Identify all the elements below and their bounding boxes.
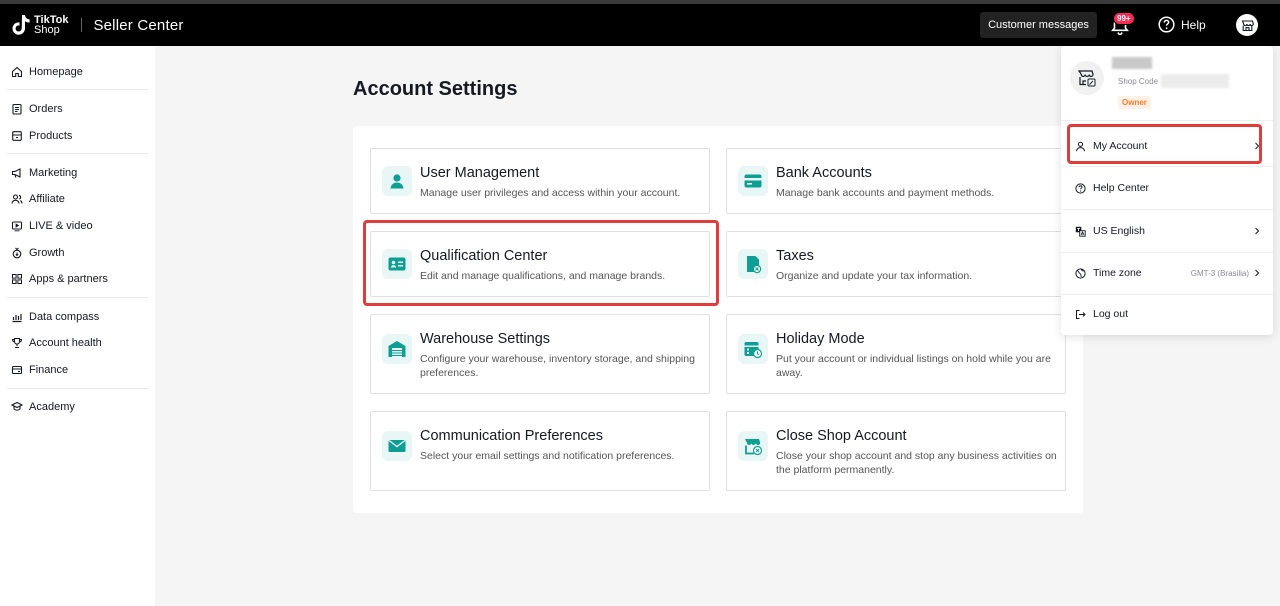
- tiktok-shop-logo[interactable]: TikTok Shop Seller Center: [11, 14, 184, 36]
- menu-item-time-zone[interactable]: Time zone GMT-3 (Brasilia): [1075, 266, 1261, 280]
- card-description: Close your shop account and stop any bus…: [776, 450, 1057, 476]
- calendar-clock-icon: [738, 334, 768, 364]
- card-title: Close Shop Account: [776, 428, 907, 444]
- chart-icon: [12, 314, 22, 323]
- sidebar: Homepage Orders Products Marketing Affil…: [0, 46, 155, 606]
- menu-divider: [1061, 209, 1273, 210]
- bank-card-icon: [738, 166, 768, 196]
- card-title: Holiday Mode: [776, 331, 865, 347]
- menu-divider: [1061, 294, 1273, 295]
- store-edit-icon: [1077, 70, 1096, 87]
- card-title: Warehouse Settings: [420, 331, 551, 347]
- menu-item-help-center[interactable]: Help Center: [1075, 181, 1261, 195]
- settings-panel: User Management Manage user privileges a…: [353, 126, 1083, 513]
- notification-badge: 99+: [1113, 12, 1135, 25]
- card-title: Bank Accounts: [776, 165, 872, 181]
- chevron-right-icon: [1255, 269, 1260, 277]
- sidebar-item-marketing[interactable]: Marketing: [11, 166, 77, 180]
- sidebar-divider: [7, 297, 148, 298]
- question-icon: [1075, 182, 1086, 194]
- card-description: Put your account or individual listings …: [776, 353, 1051, 379]
- globe-icon: [1075, 267, 1086, 279]
- warehouse-settings-card[interactable]: Warehouse Settings Configure your wareho…: [370, 314, 710, 394]
- bank-accounts-card[interactable]: Bank Accounts Manage bank accounts and p…: [726, 148, 1066, 214]
- translate-icon: [1075, 226, 1086, 237]
- menu-divider: [1061, 120, 1273, 121]
- tax-document-icon: [738, 249, 768, 279]
- card-description: Configure your warehouse, inventory stor…: [420, 353, 695, 379]
- chevron-right-icon: [1255, 227, 1260, 235]
- box-icon: [12, 131, 22, 141]
- sidebar-item-data-compass[interactable]: Data compass: [11, 310, 99, 324]
- sidebar-divider: [7, 153, 148, 154]
- sidebar-item-apps-partners[interactable]: Apps & partners: [11, 272, 108, 286]
- account-dropdown-menu: Shop Code Owner My Account Help Center U…: [1061, 46, 1273, 335]
- app-title: Seller Center: [93, 16, 184, 34]
- video-icon: [11, 221, 23, 232]
- sidebar-item-academy[interactable]: Academy: [11, 400, 75, 414]
- growth-icon: [12, 247, 22, 259]
- role-badge: Owner: [1118, 96, 1151, 109]
- menu-divider: [1061, 252, 1273, 253]
- sidebar-item-live-video[interactable]: LIVE & video: [11, 219, 93, 233]
- shop-code-redacted: [1161, 74, 1229, 88]
- shop-avatar[interactable]: [1070, 61, 1104, 95]
- sidebar-item-products[interactable]: Products: [11, 129, 72, 143]
- home-icon: [11, 66, 23, 78]
- card-description: Manage bank accounts and payment methods…: [776, 187, 995, 199]
- user-icon: [382, 166, 412, 196]
- tiktok-logo-icon: [12, 15, 30, 35]
- menu-divider: [1061, 166, 1273, 167]
- sidebar-item-account-health[interactable]: Account health: [11, 336, 102, 350]
- question-circle-icon: [1158, 16, 1175, 33]
- close-shop-account-card[interactable]: Close Shop Account Close your shop accou…: [726, 411, 1066, 491]
- sidebar-item-homepage[interactable]: Homepage: [11, 65, 83, 79]
- sidebar-divider: [7, 89, 148, 90]
- warehouse-icon: [382, 334, 412, 364]
- store-icon: [1241, 19, 1254, 31]
- apps-icon: [12, 274, 22, 284]
- academy-icon: [11, 401, 23, 411]
- sidebar-item-affiliate[interactable]: Affiliate: [11, 192, 65, 206]
- card-description: Manage user privileges and access within…: [420, 187, 681, 199]
- wallet-icon: [11, 365, 23, 375]
- holiday-mode-card[interactable]: Holiday Mode Put your account or individ…: [726, 314, 1066, 394]
- card-description: Organize and update your tax information…: [776, 270, 973, 282]
- time-zone-value: GMT-3 (Brasilia): [1190, 268, 1249, 278]
- card-description: Select your email settings and notificat…: [420, 450, 675, 462]
- shop-name-redacted: [1112, 57, 1152, 69]
- customer-messages-button[interactable]: Customer messages: [980, 12, 1097, 38]
- user-management-card[interactable]: User Management Manage user privileges a…: [370, 148, 710, 214]
- card-title: User Management: [420, 165, 540, 181]
- taxes-card[interactable]: Taxes Organize and update your tax infor…: [726, 231, 1066, 297]
- users-icon: [11, 194, 23, 204]
- tiktok-shop-wordmark: TikTok Shop: [34, 14, 69, 36]
- communication-preferences-card[interactable]: Communication Preferences Select your em…: [370, 411, 710, 491]
- sidebar-divider: [7, 388, 148, 389]
- sidebar-item-orders[interactable]: Orders: [11, 102, 63, 116]
- menu-item-language[interactable]: US English: [1075, 224, 1261, 238]
- clipboard-icon: [12, 103, 22, 115]
- top-bar: TikTok Shop Seller Center Customer messa…: [0, 0, 1280, 46]
- sidebar-item-finance[interactable]: Finance: [11, 363, 68, 377]
- store-close-icon: [738, 431, 768, 461]
- sidebar-item-growth[interactable]: Growth: [11, 246, 64, 260]
- shop-profile-button[interactable]: [1236, 14, 1258, 36]
- menu-item-log-out[interactable]: Log out: [1075, 307, 1261, 321]
- card-title: Taxes: [776, 248, 814, 264]
- page-title: Account Settings: [353, 78, 518, 100]
- help-button[interactable]: Help: [1158, 16, 1206, 33]
- highlight-box-my-account: [1067, 124, 1262, 164]
- megaphone-icon: [11, 168, 21, 178]
- highlight-box-qualification-center: [363, 220, 719, 306]
- logo-divider: [81, 18, 83, 32]
- trophy-icon: [11, 337, 23, 349]
- logout-icon: [1076, 309, 1086, 319]
- card-title: Communication Preferences: [420, 428, 603, 444]
- envelope-icon: [382, 431, 412, 461]
- shop-code-label: Shop Code: [1118, 77, 1159, 86]
